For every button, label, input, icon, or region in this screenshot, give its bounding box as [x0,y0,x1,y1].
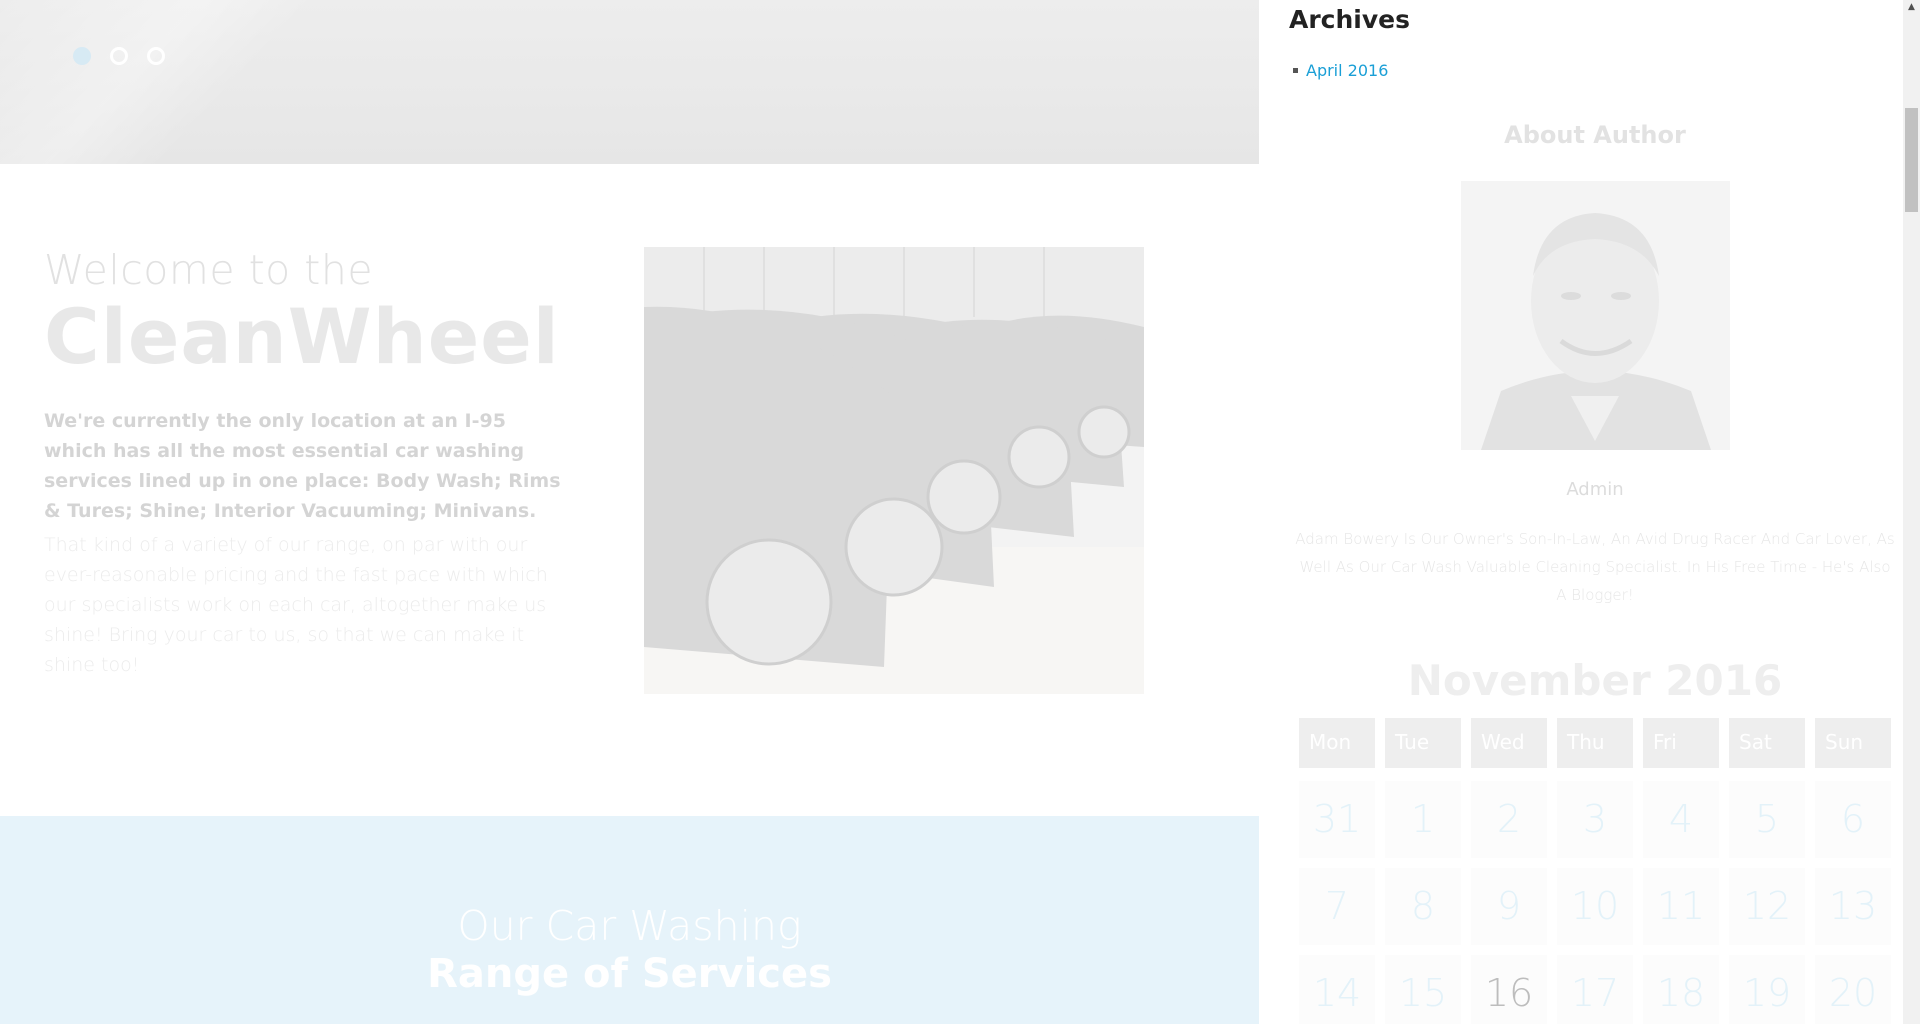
calendar-title: November 2016 [1407,656,1783,705]
slider-dot-3[interactable] [147,47,165,65]
calendar-day[interactable]: 1 [1385,781,1461,858]
calendar-day[interactable]: 13 [1815,868,1891,945]
scrollbar-thumb[interactable] [1905,108,1918,212]
calendar-day[interactable]: 3 [1557,781,1633,858]
page-scrollbar[interactable]: ▲ [1903,0,1920,1024]
brand-heading: CleanWheel [44,292,560,381]
cars-illustration [644,247,1144,694]
author-avatar [1461,181,1730,450]
calendar-day[interactable]: 12 [1729,868,1805,945]
services-section: Our Car Washing Range of Services [0,816,1259,1024]
calendar-day[interactable]: 2 [1471,781,1547,858]
calendar-day[interactable]: 10 [1557,868,1633,945]
calendar-day[interactable]: 5 [1729,781,1805,858]
calendar-day[interactable]: 19 [1729,955,1805,1024]
author-bio: Adam Bowery Is Our Owner's Son-In-Law, A… [1295,530,1895,604]
calendar-day[interactable]: 14 [1299,955,1375,1024]
calendar-day[interactable]: 6 [1815,781,1891,858]
welcome-section: Welcome to the CleanWheel We're currentl… [44,246,584,680]
cars-image [644,247,1144,694]
weekday-sun: Sun [1815,718,1891,768]
calendar-day[interactable]: 11 [1643,868,1719,945]
hero-light-streak [0,0,337,164]
weekday-fri: Fri [1643,718,1719,768]
weekday-sat: Sat [1729,718,1805,768]
hero-slider [0,0,1259,164]
welcome-heading: Welcome to the [44,246,374,294]
calendar-weekday-header: Mon Tue Wed Thu Fri Sat Sun [1299,718,1891,768]
calendar-day-today[interactable]: 16 [1471,955,1547,1024]
archives-title: Archives [1289,5,1410,34]
calendar-day[interactable]: 20 [1815,955,1891,1024]
about-author-title: About Author [1504,121,1686,149]
calendar-day[interactable]: 7 [1299,868,1375,945]
calendar-day[interactable]: 31 [1299,781,1375,858]
weekday-wed: Wed [1471,718,1547,768]
author-photo-illustration [1461,181,1730,450]
sidebar: Archives April 2016 About Author Admin A… [1259,0,1903,1024]
scroll-up-arrow-icon[interactable]: ▲ [1903,0,1920,14]
calendar-grid: 31 1 2 3 4 5 6 7 8 9 10 11 12 13 14 15 1… [1299,781,1891,1024]
services-title: Range of Services [427,951,832,997]
calendar-day[interactable]: 18 [1643,955,1719,1024]
weekday-thu: Thu [1557,718,1633,768]
slider-dot-2[interactable] [110,47,128,65]
archive-item: April 2016 [1293,61,1388,80]
weekday-tue: Tue [1385,718,1461,768]
services-subtitle: Our Car Washing [457,902,802,950]
calendar-day[interactable]: 9 [1471,868,1547,945]
slider-dot-1[interactable] [73,47,91,65]
weekday-mon: Mon [1299,718,1375,768]
calendar-day[interactable]: 15 [1385,955,1461,1024]
author-name: Admin [1566,479,1624,500]
square-bullet-icon [1293,68,1298,73]
calendar-day[interactable]: 4 [1643,781,1719,858]
calendar-day[interactable]: 17 [1557,955,1633,1024]
archive-link-april-2016[interactable]: April 2016 [1306,61,1388,80]
welcome-lead: We're currently the only location at an … [44,410,561,522]
slider-pagination [73,47,165,65]
welcome-body: That kind of a variety of our range, on … [44,534,548,676]
calendar-day[interactable]: 8 [1385,868,1461,945]
